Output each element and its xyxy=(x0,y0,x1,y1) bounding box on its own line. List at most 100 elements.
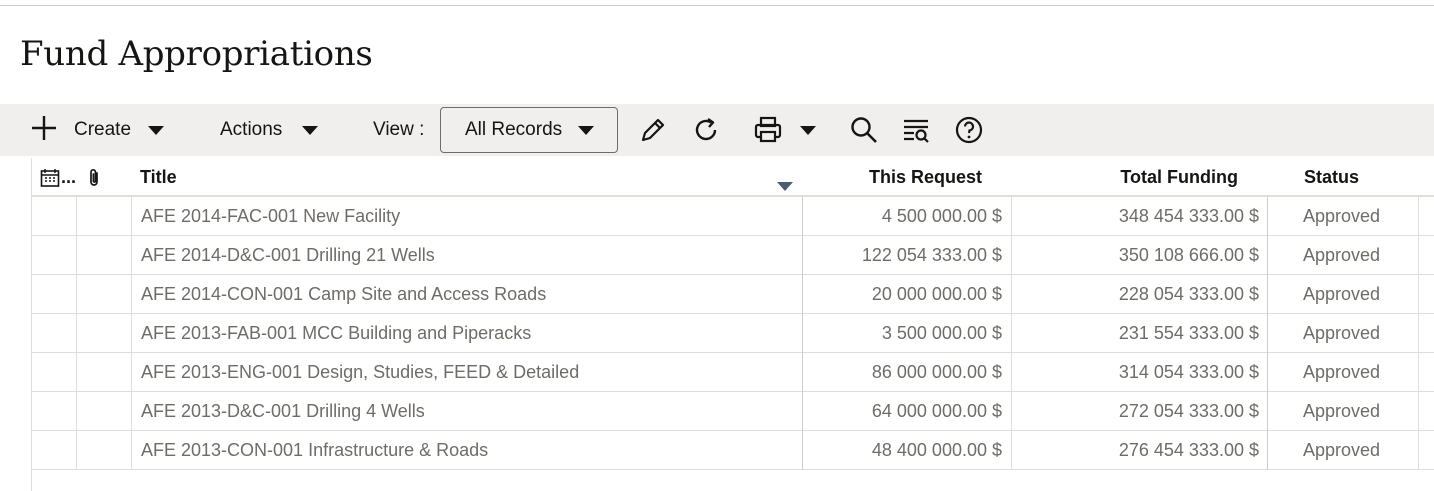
chevron-down-icon xyxy=(302,125,319,135)
calendar-column-header[interactable]: ... xyxy=(40,158,80,197)
printer-icon xyxy=(754,116,782,143)
column-divider xyxy=(76,431,77,470)
view-label-text: View : xyxy=(373,119,425,140)
create-label: Create xyxy=(74,119,132,140)
column-divider xyxy=(76,314,77,353)
chevron-down-icon xyxy=(578,126,594,135)
column-divider xyxy=(1267,392,1268,431)
actions-label: Actions xyxy=(220,119,283,140)
row-status: Approved xyxy=(1303,322,1381,343)
edit-button[interactable] xyxy=(635,112,671,148)
table-row[interactable]: AFE 2013-ENG-001 Design, Studies, FEED &… xyxy=(32,353,1434,392)
column-divider xyxy=(1267,236,1268,275)
row-total-funding: 276 454 333.00 $ xyxy=(1118,439,1259,460)
page-title: Fund Appropriations xyxy=(20,34,373,74)
view-select-value: All Records xyxy=(465,119,563,140)
column-divider xyxy=(802,353,803,392)
view-select[interactable]: All Records xyxy=(440,107,618,153)
row-title: AFE 2013-FAB-001 MCC Building and Pipera… xyxy=(141,322,532,343)
row-status: Approved xyxy=(1303,283,1381,304)
row-title: AFE 2013-ENG-001 Design, Studies, FEED &… xyxy=(141,361,580,382)
pencil-icon xyxy=(641,118,665,142)
row-status: Approved xyxy=(1303,439,1381,460)
filter-list-button[interactable] xyxy=(898,112,934,148)
row-total-funding: 348 454 333.00 $ xyxy=(1118,205,1259,226)
column-divider xyxy=(131,197,132,236)
column-divider xyxy=(76,353,77,392)
column-divider xyxy=(131,353,132,392)
row-title: AFE 2013-D&C-001 Drilling 4 Wells xyxy=(141,400,425,421)
column-divider xyxy=(131,392,132,431)
help-button[interactable] xyxy=(951,112,987,148)
this-request-column-header[interactable]: This Request xyxy=(802,158,982,197)
total-funding-column-header[interactable]: Total Funding xyxy=(1012,158,1238,197)
column-divider xyxy=(1418,353,1419,392)
row-this-request: 4 500 000.00 $ xyxy=(881,205,1002,226)
column-divider xyxy=(802,314,803,353)
refresh-icon xyxy=(695,118,717,141)
column-divider xyxy=(131,236,132,275)
table-row[interactable]: AFE 2014-FAC-001 New Facility 4 500 000.0… xyxy=(32,197,1434,236)
column-divider xyxy=(1418,197,1419,236)
column-divider xyxy=(1267,431,1268,470)
filter-list-icon xyxy=(904,119,929,143)
table-row[interactable]: AFE 2013-FAB-001 MCC Building and Pipera… xyxy=(32,314,1434,353)
table-row[interactable]: AFE 2013-CON-001 Infrastructure & Roads 4… xyxy=(32,431,1434,470)
row-title: AFE 2013-CON-001 Infrastructure & Roads xyxy=(141,439,489,460)
sort-descending-icon[interactable] xyxy=(777,182,793,191)
table-row[interactable]: AFE 2014-D&C-001 Drilling 21 Wells 122 05… xyxy=(32,236,1434,275)
column-divider xyxy=(1011,314,1012,353)
row-this-request: 3 500 000.00 $ xyxy=(881,322,1002,343)
row-status: Approved xyxy=(1303,361,1381,382)
row-this-request: 64 000 000.00 $ xyxy=(871,400,1002,421)
column-divider xyxy=(76,197,77,236)
row-this-request: 122 054 333.00 $ xyxy=(861,244,1002,265)
row-status: Approved xyxy=(1303,205,1381,226)
column-divider xyxy=(1011,392,1012,431)
row-total-funding: 314 054 333.00 $ xyxy=(1118,361,1259,382)
search-icon xyxy=(851,117,877,143)
column-divider xyxy=(1011,197,1012,236)
column-divider xyxy=(1418,392,1419,431)
help-icon xyxy=(955,116,983,144)
row-this-request: 20 000 000.00 $ xyxy=(871,283,1002,304)
create-dropdown-button[interactable] xyxy=(148,104,164,156)
row-title: AFE 2014-D&C-001 Drilling 21 Wells xyxy=(141,244,435,265)
column-divider xyxy=(802,392,803,431)
chevron-down-icon xyxy=(148,125,164,135)
row-total-funding: 228 054 333.00 $ xyxy=(1118,283,1259,304)
attachment-column-header[interactable] xyxy=(86,158,106,197)
print-button[interactable] xyxy=(750,112,786,148)
column-divider xyxy=(1418,275,1419,314)
row-this-request: 48 400 000.00 $ xyxy=(871,439,1002,460)
row-title: AFE 2014-CON-001 Camp Site and Access Ro… xyxy=(141,283,547,304)
column-divider xyxy=(1418,431,1419,470)
actions-button[interactable]: Actions xyxy=(220,104,319,156)
column-divider xyxy=(131,275,132,314)
column-divider xyxy=(1011,353,1012,392)
row-title: AFE 2014-FAC-001 New Facility xyxy=(141,205,401,226)
refresh-button[interactable] xyxy=(688,112,724,148)
table-row[interactable]: AFE 2013-D&C-001 Drilling 4 Wells 64 000 … xyxy=(32,392,1434,431)
calendar-column-ellipsis: ... xyxy=(61,167,77,187)
column-divider xyxy=(802,431,803,470)
column-divider xyxy=(802,236,803,275)
plus-icon xyxy=(30,114,58,147)
column-divider xyxy=(1418,314,1419,353)
column-divider xyxy=(802,275,803,314)
create-button[interactable]: Create xyxy=(30,104,131,156)
title-column-header[interactable]: Title xyxy=(140,158,740,197)
status-column-header[interactable]: Status xyxy=(1304,158,1424,197)
print-dropdown-button[interactable] xyxy=(790,112,826,148)
search-button[interactable] xyxy=(846,112,882,148)
paperclip-icon xyxy=(90,168,98,186)
column-divider xyxy=(1011,275,1012,314)
records-table: ... Title This Request Total Funding Sta… xyxy=(31,158,1434,491)
column-divider xyxy=(131,431,132,470)
row-status: Approved xyxy=(1303,400,1381,421)
column-divider xyxy=(1267,197,1268,236)
column-divider xyxy=(131,314,132,353)
column-divider xyxy=(76,275,77,314)
chevron-down-icon xyxy=(800,125,816,135)
table-row[interactable]: AFE 2014-CON-001 Camp Site and Access Ro… xyxy=(32,275,1434,314)
